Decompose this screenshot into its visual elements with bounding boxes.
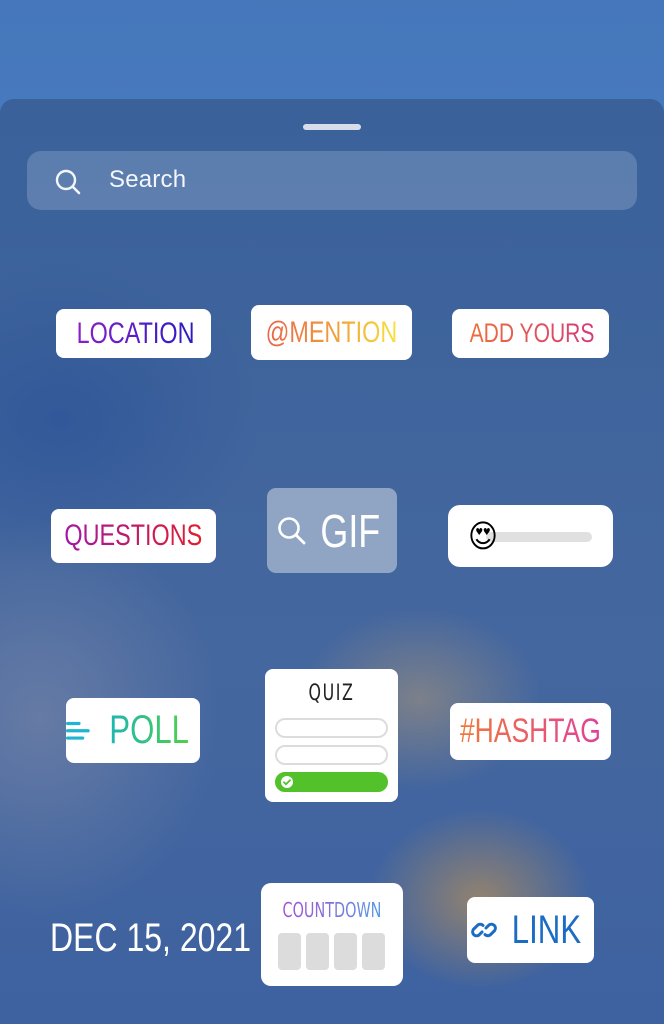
sticker-tray-sheet: Search LOCATION @MENTION ADD YOURS QUEST… xyxy=(0,99,664,1024)
gif-sticker[interactable]: GIF xyxy=(267,488,397,573)
poll-label: POLL xyxy=(108,708,189,752)
mention-sticker[interactable]: @MENTION xyxy=(251,305,412,360)
poll-lines-icon xyxy=(66,721,90,740)
quiz-sticker[interactable]: QUIZ xyxy=(265,669,398,802)
drag-handle[interactable] xyxy=(303,124,361,130)
countdown-digit-box xyxy=(306,933,329,970)
location-label: LOCATION xyxy=(76,316,195,350)
search-placeholder: Search xyxy=(109,166,187,193)
poll-sticker[interactable]: POLL xyxy=(66,698,200,763)
questions-sticker[interactable]: QUESTIONS xyxy=(51,509,216,563)
emoji-slider-sticker[interactable]: 😍 xyxy=(448,505,613,567)
countdown-digit-box xyxy=(334,933,357,970)
search-icon xyxy=(55,169,81,195)
hashtag-sticker[interactable]: #HASHTAG xyxy=(450,703,611,760)
heart-eyes-emoji-icon: 😍 xyxy=(468,517,499,555)
add-yours-label: ADD YOURS xyxy=(470,318,595,348)
sticker-search-input[interactable]: Search xyxy=(27,151,637,210)
hashtag-label: #HASHTAG xyxy=(460,712,601,750)
quiz-title: QUIZ xyxy=(308,681,355,706)
quiz-option xyxy=(275,745,388,765)
date-sticker[interactable]: DEC 15, 2021 xyxy=(50,916,251,961)
link-label: LINK xyxy=(511,907,582,952)
link-icon xyxy=(471,922,497,938)
check-circle-icon xyxy=(281,776,293,788)
location-sticker[interactable]: LOCATION xyxy=(56,309,211,358)
countdown-digit-box xyxy=(362,933,385,970)
search-icon xyxy=(277,516,306,544)
countdown-digit-box xyxy=(278,933,301,970)
mention-label: @MENTION xyxy=(265,315,398,349)
add-yours-sticker[interactable]: ADD YOURS xyxy=(452,309,609,358)
quiz-option-correct xyxy=(275,772,388,792)
gif-label: GIF xyxy=(320,504,380,557)
countdown-title: COUNTDOWN xyxy=(275,898,389,922)
quiz-option xyxy=(275,718,388,738)
countdown-sticker[interactable]: COUNTDOWN xyxy=(261,883,403,986)
link-sticker[interactable]: LINK xyxy=(467,897,594,963)
questions-label: QUESTIONS xyxy=(64,519,203,552)
